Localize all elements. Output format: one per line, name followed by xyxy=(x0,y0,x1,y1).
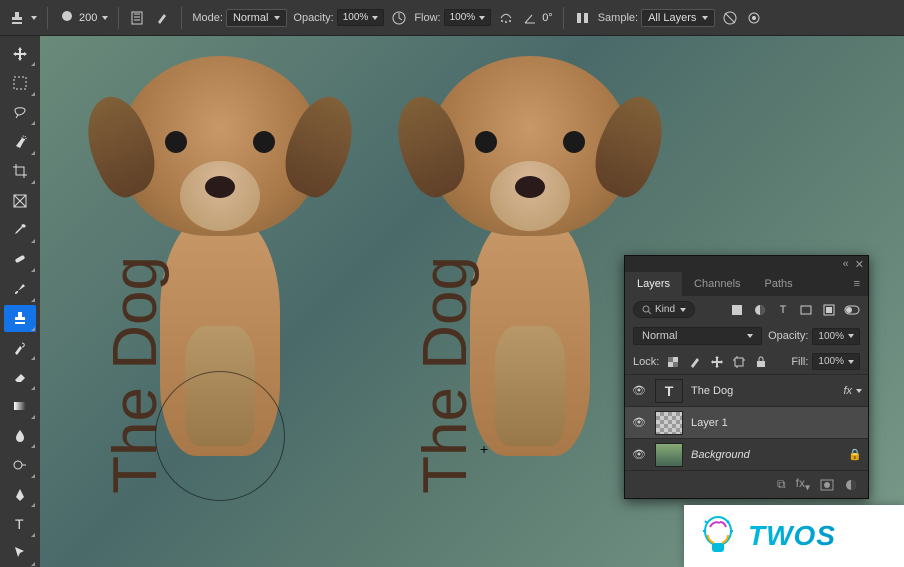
brush-panel-icon[interactable] xyxy=(153,9,171,27)
options-bar: 200 Mode: Normal Opacity: 100% Flow: 100… xyxy=(0,0,904,36)
angle-icon xyxy=(521,9,539,27)
layer-thumb-background xyxy=(655,443,683,467)
filter-smart-icon[interactable] xyxy=(821,302,837,318)
path-select-tool[interactable] xyxy=(4,540,36,567)
ignore-adjustment-icon[interactable] xyxy=(721,9,739,27)
brush-cursor-ring xyxy=(155,371,285,501)
dodge-tool[interactable] xyxy=(4,451,36,478)
blend-mode-select[interactable]: Normal xyxy=(226,9,287,27)
panel-close-icon[interactable]: ✕ xyxy=(855,258,864,271)
filter-adjustment-icon[interactable] xyxy=(752,302,768,318)
lock-artboard-icon[interactable] xyxy=(731,354,747,370)
brush-settings-icon[interactable] xyxy=(129,9,147,27)
heal-tool[interactable] xyxy=(4,246,36,273)
sample-label: Sample: xyxy=(598,12,638,24)
clone-stamp-tool[interactable] xyxy=(4,305,36,332)
brush-dot-icon xyxy=(58,9,76,27)
pressure-opacity-icon[interactable] xyxy=(390,9,408,27)
blend-row: Normal Opacity: 100% xyxy=(625,323,868,349)
layer-thumb-text-icon: T xyxy=(655,379,683,403)
link-layers-icon[interactable]: ⧉ xyxy=(777,477,786,492)
sample-select[interactable]: All Layers xyxy=(641,9,715,27)
layer-name[interactable]: Layer 1 xyxy=(691,417,862,429)
tab-channels[interactable]: Channels xyxy=(682,272,752,296)
type-tool[interactable]: T xyxy=(4,510,36,537)
visibility-toggle[interactable]: 👁 xyxy=(631,448,647,461)
layers-panel: « ✕ Layers Channels Paths ≡ Kind T Norma… xyxy=(624,255,869,499)
new-adjustment-icon[interactable] xyxy=(844,478,858,492)
mode-label: Mode: xyxy=(192,12,223,24)
layer-row-background[interactable]: 👁 Background 🔒 xyxy=(625,438,868,470)
filter-shape-icon[interactable] xyxy=(798,302,814,318)
frame-tool[interactable] xyxy=(4,187,36,214)
text-layer-right: The Dog xyxy=(410,256,481,494)
flow-input[interactable]: 100% xyxy=(444,9,492,26)
marquee-tool[interactable] xyxy=(4,69,36,96)
airbrush-icon[interactable] xyxy=(497,9,515,27)
blur-tool[interactable] xyxy=(4,422,36,449)
lock-row: Lock: Fill: 100% xyxy=(625,349,868,374)
stamp-icon xyxy=(8,9,26,27)
eraser-tool[interactable] xyxy=(4,363,36,390)
layer-fx-icon[interactable]: fx▾ xyxy=(796,476,810,493)
layer-row-raster[interactable]: 👁 Layer 1 xyxy=(625,406,868,438)
panel-menu-icon[interactable]: ≡ xyxy=(846,272,868,296)
brush-tool[interactable] xyxy=(4,275,36,302)
filter-toggle-icon[interactable] xyxy=(844,302,860,318)
angle-value[interactable]: 0° xyxy=(542,12,553,24)
filter-pixel-icon[interactable] xyxy=(729,302,745,318)
tool-preset-picker[interactable] xyxy=(8,9,37,27)
lock-transparency-icon[interactable] xyxy=(665,354,681,370)
layer-name[interactable]: Background xyxy=(691,449,840,461)
fill-label: Fill: xyxy=(791,356,808,368)
lock-icon[interactable]: 🔒 xyxy=(848,448,862,461)
flow-label: Flow: xyxy=(414,12,440,24)
svg-text:T: T xyxy=(15,517,24,531)
lock-label: Lock: xyxy=(633,356,659,368)
layer-opacity-input[interactable]: 100% xyxy=(812,328,860,345)
watermark-text: TWOS xyxy=(748,520,836,552)
quick-select-tool[interactable] xyxy=(4,128,36,155)
lightbulb-icon xyxy=(698,513,738,559)
panel-footer: ⧉ fx▾ xyxy=(625,470,868,498)
layer-name[interactable]: The Dog xyxy=(691,385,835,397)
lock-pixels-icon[interactable] xyxy=(687,354,703,370)
watermark: TWOS xyxy=(684,505,904,567)
fill-input[interactable]: 100% xyxy=(812,353,860,370)
crop-tool[interactable] xyxy=(4,158,36,185)
brush-size-value: 200 xyxy=(79,12,97,24)
layer-filter-row: Kind T xyxy=(625,296,868,323)
layer-blend-select[interactable]: Normal xyxy=(633,327,762,345)
layer-row-text[interactable]: 👁 T The Dog fx xyxy=(625,374,868,406)
tab-paths[interactable]: Paths xyxy=(753,272,805,296)
panel-header: « ✕ xyxy=(625,256,868,272)
layer-list: 👁 T The Dog fx 👁 Layer 1 👁 Background 🔒 xyxy=(625,374,868,470)
fx-badge[interactable]: fx xyxy=(843,385,862,397)
filter-type-icon[interactable]: T xyxy=(775,302,791,318)
move-tool[interactable] xyxy=(4,40,36,67)
lock-position-icon[interactable] xyxy=(709,354,725,370)
panel-tabs: Layers Channels Paths ≡ xyxy=(625,272,868,296)
history-brush-tool[interactable] xyxy=(4,334,36,361)
eyedropper-tool[interactable] xyxy=(4,216,36,243)
panel-collapse-icon[interactable]: « xyxy=(843,258,849,270)
opacity-input[interactable]: 100% xyxy=(337,9,385,26)
layer-opacity-label: Opacity: xyxy=(768,330,808,342)
gradient-tool[interactable] xyxy=(4,393,36,420)
opacity-label: Opacity: xyxy=(293,12,333,24)
pen-tool[interactable] xyxy=(4,481,36,508)
brush-preset-picker[interactable]: 200 xyxy=(58,9,108,27)
lock-all-icon[interactable] xyxy=(753,354,769,370)
visibility-toggle[interactable]: 👁 xyxy=(631,384,647,397)
visibility-toggle[interactable]: 👁 xyxy=(631,416,647,429)
lasso-tool[interactable] xyxy=(4,99,36,126)
tools-palette: T xyxy=(0,36,40,567)
pressure-size-icon[interactable] xyxy=(745,9,763,27)
tab-layers[interactable]: Layers xyxy=(625,272,682,296)
aligned-icon[interactable] xyxy=(574,9,592,27)
layer-thumb-transparent xyxy=(655,411,683,435)
clone-source-cursor: + xyxy=(480,441,488,457)
filter-kind-select[interactable]: Kind xyxy=(633,301,695,318)
add-mask-icon[interactable] xyxy=(820,478,834,492)
